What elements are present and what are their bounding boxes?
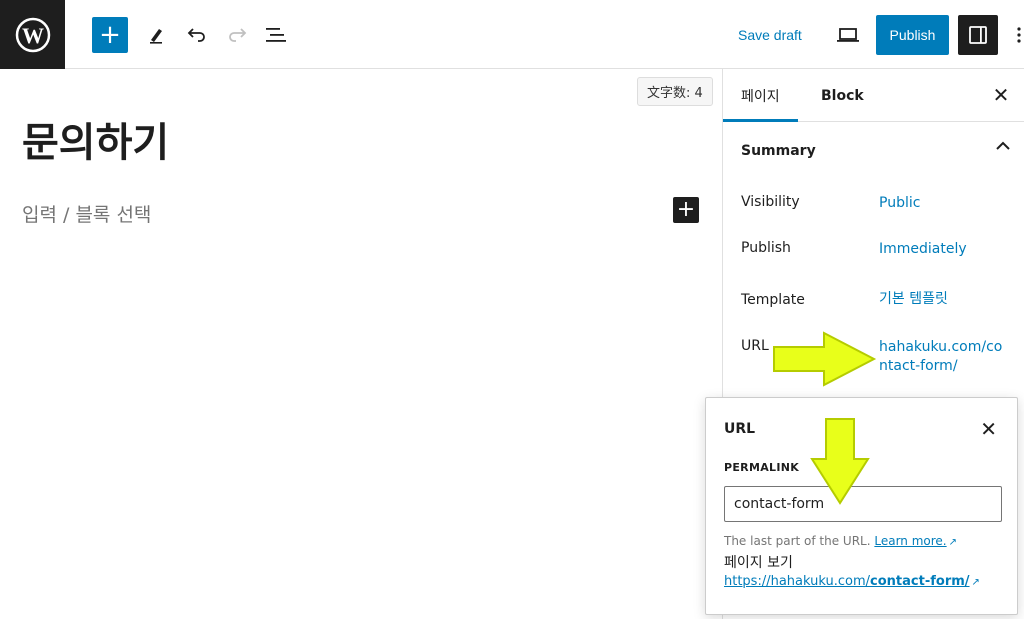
- url-prefix: https://hahakuku.com/: [724, 574, 871, 589]
- wordpress-logo-icon[interactable]: W: [0, 0, 65, 69]
- editor-window: W + Save draft Publish 文字数: 4 문의하기 입력 / …: [0, 0, 1024, 619]
- tab-block[interactable]: Block: [803, 69, 882, 122]
- url-slug: contact-form/: [870, 574, 970, 589]
- template-value[interactable]: 기본 템플릿: [879, 290, 1009, 309]
- publish-value[interactable]: Immediately: [879, 240, 1009, 259]
- plus-icon: +: [676, 197, 696, 222]
- visibility-label: Visibility: [741, 194, 800, 210]
- popover-title: URL: [724, 421, 756, 437]
- redo-button[interactable]: [221, 17, 253, 53]
- annotation-arrow-right: [773, 331, 877, 387]
- svg-text:W: W: [22, 23, 44, 48]
- summary-panel-header[interactable]: Summary: [723, 123, 1024, 179]
- word-count-badge: 文字数: 4: [637, 77, 713, 106]
- visibility-value[interactable]: Public: [879, 194, 1009, 213]
- template-label: Template: [741, 292, 805, 308]
- external-link-icon: ↗: [971, 577, 980, 588]
- undo-button[interactable]: [181, 17, 213, 53]
- add-block-button[interactable]: +: [92, 17, 128, 53]
- preview-icon: [837, 28, 859, 42]
- more-menu-icon: [1017, 27, 1021, 43]
- settings-sidebar-icon: [969, 26, 987, 44]
- publish-button[interactable]: Publish: [876, 15, 949, 55]
- learn-more-text: Learn more.: [874, 534, 947, 548]
- publish-label: Publish: [741, 240, 791, 256]
- close-sidebar-button[interactable]: ✕: [989, 83, 1013, 107]
- plus-icon: +: [99, 20, 121, 50]
- undo-icon: [187, 28, 205, 42]
- close-icon: ✕: [980, 417, 997, 441]
- help-text: The last part of the URL.: [724, 534, 871, 548]
- view-page-link[interactable]: https://hahakuku.com/contact-form/↗: [724, 574, 980, 589]
- preview-button[interactable]: [832, 17, 864, 53]
- list-view-button[interactable]: [261, 17, 293, 53]
- tools-button[interactable]: [140, 17, 172, 53]
- sidebar-tabs: 페이지 Block ✕: [723, 69, 1024, 122]
- more-menu-button[interactable]: [1014, 17, 1024, 53]
- popover-close-button[interactable]: ✕: [980, 417, 997, 441]
- block-placeholder[interactable]: 입력 / 블록 선택: [22, 200, 151, 227]
- tab-page[interactable]: 페이지: [723, 69, 798, 122]
- permalink-label: PERMALINK: [724, 461, 800, 474]
- redo-icon: [229, 28, 247, 42]
- external-link-icon: ↗: [948, 537, 958, 548]
- list-view-icon: [266, 28, 286, 42]
- learn-more-link[interactable]: Learn more. ↗: [874, 534, 957, 548]
- view-page-label: 페이지 보기: [724, 555, 793, 571]
- top-toolbar: W + Save draft Publish: [0, 0, 1024, 69]
- save-draft-button[interactable]: Save draft: [738, 17, 802, 53]
- permalink-help: The last part of the URL. Learn more. ↗: [724, 534, 957, 548]
- chevron-up-icon[interactable]: [996, 141, 1010, 151]
- close-icon: ✕: [992, 83, 1010, 107]
- annotation-arrow-down: [810, 418, 870, 505]
- url-value[interactable]: hahakuku.com/contact-form/: [879, 338, 1009, 376]
- url-label: URL: [741, 338, 769, 354]
- pencil-icon: [150, 29, 162, 44]
- inline-add-block-button[interactable]: +: [673, 197, 699, 223]
- post-title[interactable]: 문의하기: [22, 110, 169, 168]
- settings-toggle-button[interactable]: [958, 15, 998, 55]
